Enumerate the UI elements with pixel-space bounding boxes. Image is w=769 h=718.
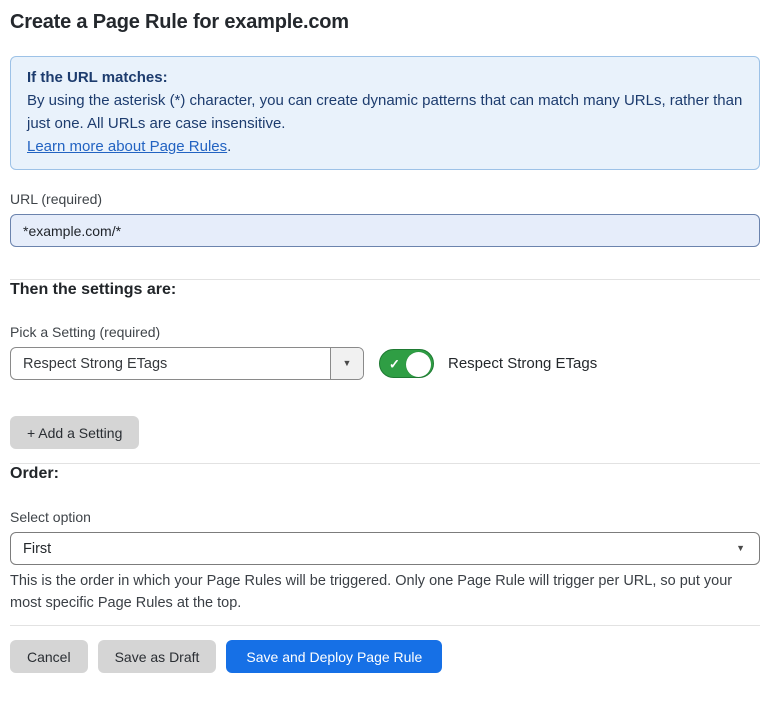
setting-select-value: Respect Strong ETags <box>11 348 330 379</box>
info-box-link-line: Learn more about Page Rules. <box>27 135 743 158</box>
setting-select-arrow-button[interactable]: ▼ <box>330 348 363 379</box>
url-match-info-box: If the URL matches: By using the asteris… <box>10 56 760 170</box>
footer-actions: Cancel Save as Draft Save and Deploy Pag… <box>10 640 760 673</box>
cancel-button[interactable]: Cancel <box>10 640 88 673</box>
setting-row: Respect Strong ETags ▼ ✓ Respect Strong … <box>10 347 760 380</box>
url-label: URL (required) <box>10 191 760 208</box>
link-suffix-text: . <box>227 138 231 155</box>
add-setting-button[interactable]: + Add a Setting <box>10 416 139 449</box>
toggle-group: ✓ Respect Strong ETags <box>379 349 597 378</box>
info-box-body: By using the asterisk (*) character, you… <box>27 89 743 135</box>
save-draft-button[interactable]: Save as Draft <box>98 640 217 673</box>
save-deploy-button[interactable]: Save and Deploy Page Rule <box>226 640 442 673</box>
select-option-label: Select option <box>10 509 760 526</box>
setting-select[interactable]: Respect Strong ETags ▼ <box>10 347 364 380</box>
respect-strong-etags-toggle[interactable]: ✓ <box>379 349 434 378</box>
settings-heading: Then the settings are: <box>10 280 760 300</box>
page-title: Create a Page Rule for example.com <box>10 10 760 34</box>
chevron-down-icon: ▼ <box>736 544 745 553</box>
chevron-down-icon: ▼ <box>343 359 352 368</box>
url-input[interactable] <box>10 214 760 247</box>
create-page-rule-form: Create a Page Rule for example.com If th… <box>0 0 769 689</box>
order-heading: Order: <box>10 464 760 484</box>
pick-setting-label: Pick a Setting (required) <box>10 324 760 341</box>
toggle-label: Respect Strong ETags <box>448 355 597 372</box>
check-icon: ✓ <box>389 357 400 370</box>
order-description: This is the order in which your Page Rul… <box>10 570 760 614</box>
toggle-knob <box>406 352 431 377</box>
section-divider <box>10 625 760 626</box>
order-select[interactable]: First ▼ <box>10 532 760 565</box>
info-box-heading: If the URL matches: <box>27 66 743 89</box>
learn-more-link[interactable]: Learn more about Page Rules <box>27 138 227 155</box>
order-select-value: First <box>23 541 51 557</box>
